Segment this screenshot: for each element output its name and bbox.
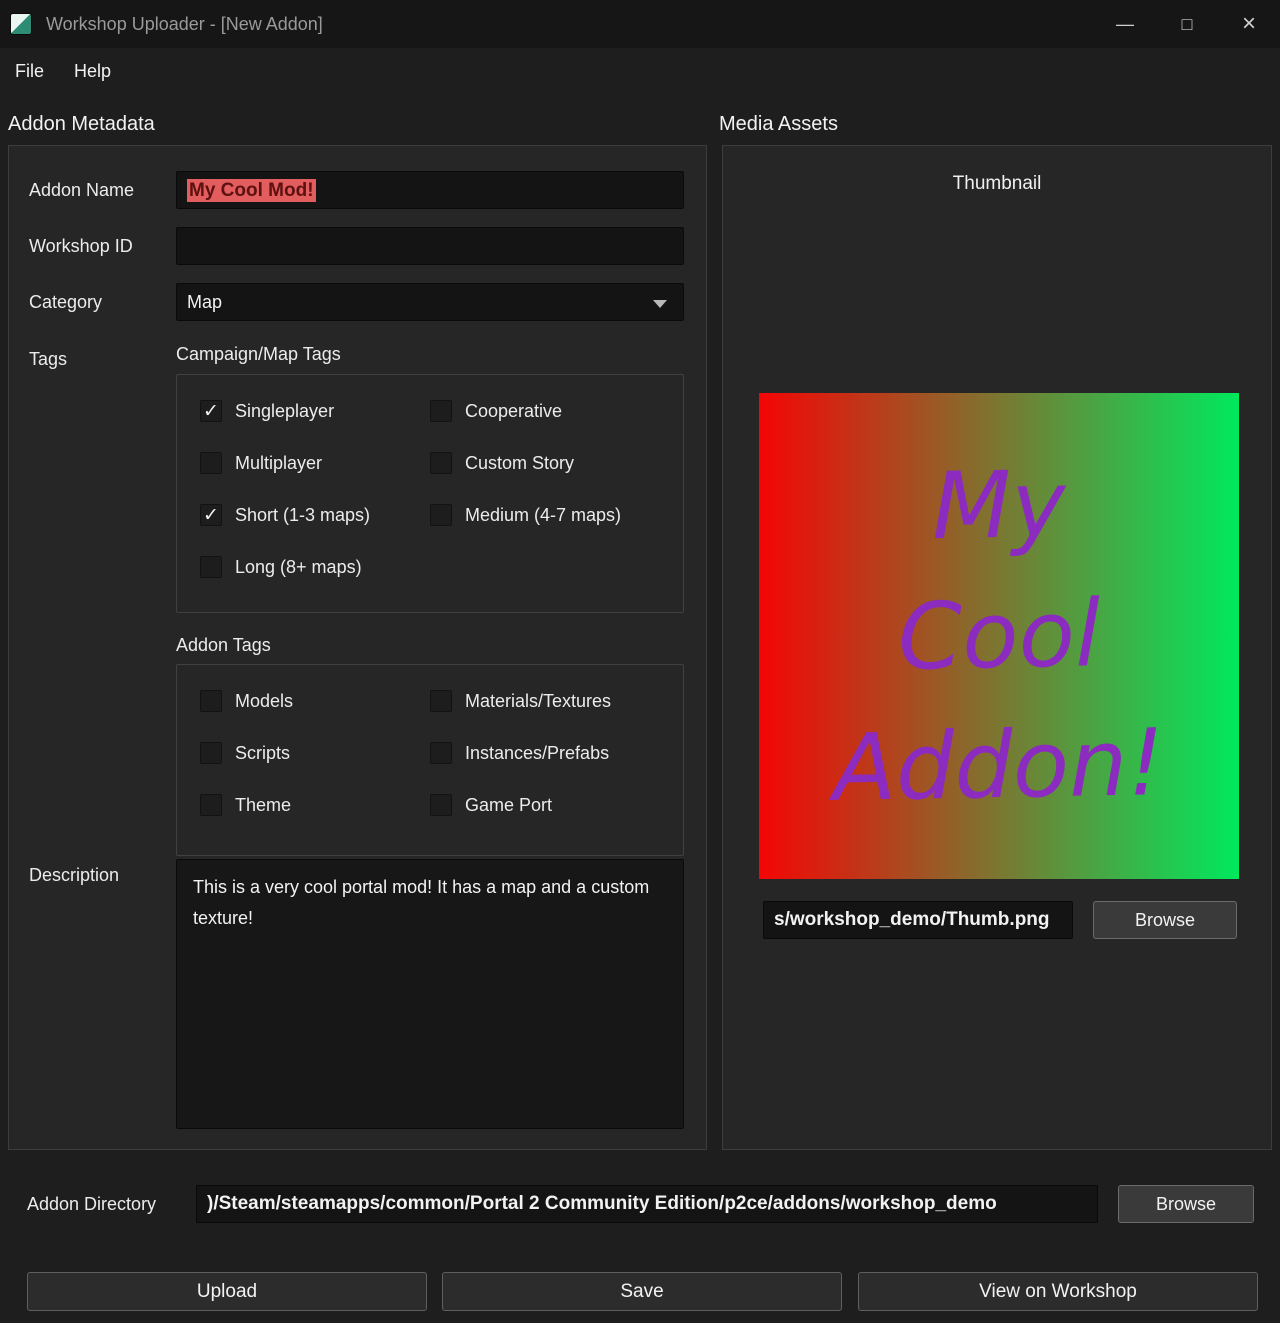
checkbox-label: Medium (4-7 maps) [465, 505, 621, 526]
addon-name-input[interactable]: My Cool Mod! [176, 171, 684, 209]
checkbox-box [430, 452, 452, 474]
addon-name-selected-text: My Cool Mod! [187, 179, 316, 202]
checkbox-label: Models [235, 691, 293, 712]
checkbox-instances-prefabs[interactable]: Instances/Prefabs [430, 739, 683, 767]
addon-directory-browse-button[interactable]: Browse [1118, 1185, 1254, 1223]
checkbox-models[interactable]: Models [200, 687, 430, 715]
checkbox-box [200, 556, 222, 578]
addon-tags-group: Models Materials/Textures Scripts Instan… [176, 664, 684, 856]
checkbox-box [200, 504, 222, 526]
checkbox-label: Singleplayer [235, 401, 334, 422]
checkbox-box [200, 400, 222, 422]
checkbox-label: Custom Story [465, 453, 574, 474]
checkbox-box [200, 452, 222, 474]
checkbox-label: Game Port [465, 795, 552, 816]
category-selected-value: Map [187, 292, 222, 312]
thumbnail-title: Thumbnail [723, 173, 1271, 195]
campaign-map-tags-group: Singleplayer Cooperative Multiplayer Cus… [176, 374, 684, 613]
checkbox-label: Materials/Textures [465, 691, 611, 712]
checkbox-label: Cooperative [465, 401, 562, 422]
checkbox-label: Multiplayer [235, 453, 322, 474]
checkbox-box [430, 690, 452, 712]
checkbox-label: Instances/Prefabs [465, 743, 609, 764]
addon-metadata-panel: Addon Name My Cool Mod! Workshop ID Cate… [8, 145, 707, 1150]
close-button[interactable]: × [1218, 0, 1280, 48]
thumbnail-preview: My Cool Addon! [759, 393, 1239, 879]
maximize-icon: □ [1182, 14, 1193, 35]
checkbox-materials-textures[interactable]: Materials/Textures [430, 687, 683, 715]
title-bar: Workshop Uploader - [New Addon] — □ × [0, 0, 1280, 48]
checkbox-box [200, 742, 222, 764]
addon-directory-label: Addon Directory [27, 1185, 156, 1223]
addon-name-label: Addon Name [29, 171, 134, 209]
thumbnail-path-input[interactable]: s/workshop_demo/Thumb.png [763, 901, 1073, 939]
app-icon [10, 13, 32, 35]
thumbnail-text-line: Cool [897, 588, 1101, 684]
checkbox-scripts[interactable]: Scripts [200, 739, 430, 767]
menu-bar: File Help [0, 48, 1280, 95]
window-title: Workshop Uploader - [New Addon] [46, 14, 323, 35]
minimize-icon: — [1116, 14, 1134, 35]
checkbox-box [430, 400, 452, 422]
checkbox-multiplayer[interactable]: Multiplayer [200, 449, 430, 477]
category-label: Category [29, 283, 102, 321]
media-assets-heading: Media Assets [719, 113, 838, 136]
upload-button[interactable]: Upload [27, 1272, 427, 1311]
description-label: Description [29, 856, 119, 894]
checkbox-medium-maps[interactable]: Medium (4-7 maps) [430, 501, 683, 529]
category-dropdown[interactable]: Map [176, 283, 684, 321]
thumbnail-browse-button[interactable]: Browse [1093, 901, 1237, 939]
checkbox-cooperative[interactable]: Cooperative [430, 397, 683, 425]
minimize-button[interactable]: — [1094, 0, 1156, 48]
menu-item-file[interactable]: File [0, 48, 59, 95]
checkbox-long-maps[interactable]: Long (8+ maps) [200, 553, 430, 581]
addon-directory-input[interactable]: )/Steam/steamapps/common/Portal 2 Commun… [196, 1185, 1098, 1223]
checkbox-box [200, 690, 222, 712]
checkbox-box [430, 742, 452, 764]
tags-label: Tags [29, 340, 67, 378]
media-assets-panel: Thumbnail My Cool Addon! s/workshop_demo… [722, 145, 1272, 1150]
checkbox-short-maps[interactable]: Short (1-3 maps) [200, 501, 430, 529]
workshop-id-label: Workshop ID [29, 227, 133, 265]
chevron-down-icon [653, 300, 667, 308]
checkbox-label: Short (1-3 maps) [235, 505, 370, 526]
checkbox-label: Long (8+ maps) [235, 557, 362, 578]
checkbox-game-port[interactable]: Game Port [430, 791, 683, 819]
maximize-button[interactable]: □ [1156, 0, 1218, 48]
checkbox-box [430, 504, 452, 526]
checkbox-box [200, 794, 222, 816]
view-on-workshop-button[interactable]: View on Workshop [858, 1272, 1258, 1311]
workshop-id-input[interactable] [176, 227, 684, 265]
close-icon: × [1242, 10, 1256, 38]
checkbox-theme[interactable]: Theme [200, 791, 430, 819]
save-button[interactable]: Save [442, 1272, 842, 1311]
campaign-map-tags-title: Campaign/Map Tags [176, 344, 341, 365]
checkbox-label: Theme [235, 795, 291, 816]
checkbox-box [430, 794, 452, 816]
thumbnail-text-line: Addon! [833, 717, 1166, 815]
checkbox-custom-story[interactable]: Custom Story [430, 449, 683, 477]
thumbnail-text-line: My [931, 459, 1066, 553]
addon-tags-title: Addon Tags [176, 635, 271, 656]
checkbox-singleplayer[interactable]: Singleplayer [200, 397, 430, 425]
addon-metadata-heading: Addon Metadata [8, 113, 155, 136]
checkbox-label: Scripts [235, 743, 290, 764]
menu-item-help[interactable]: Help [59, 48, 126, 95]
description-textarea[interactable]: This is a very cool portal mod! It has a… [176, 859, 684, 1129]
